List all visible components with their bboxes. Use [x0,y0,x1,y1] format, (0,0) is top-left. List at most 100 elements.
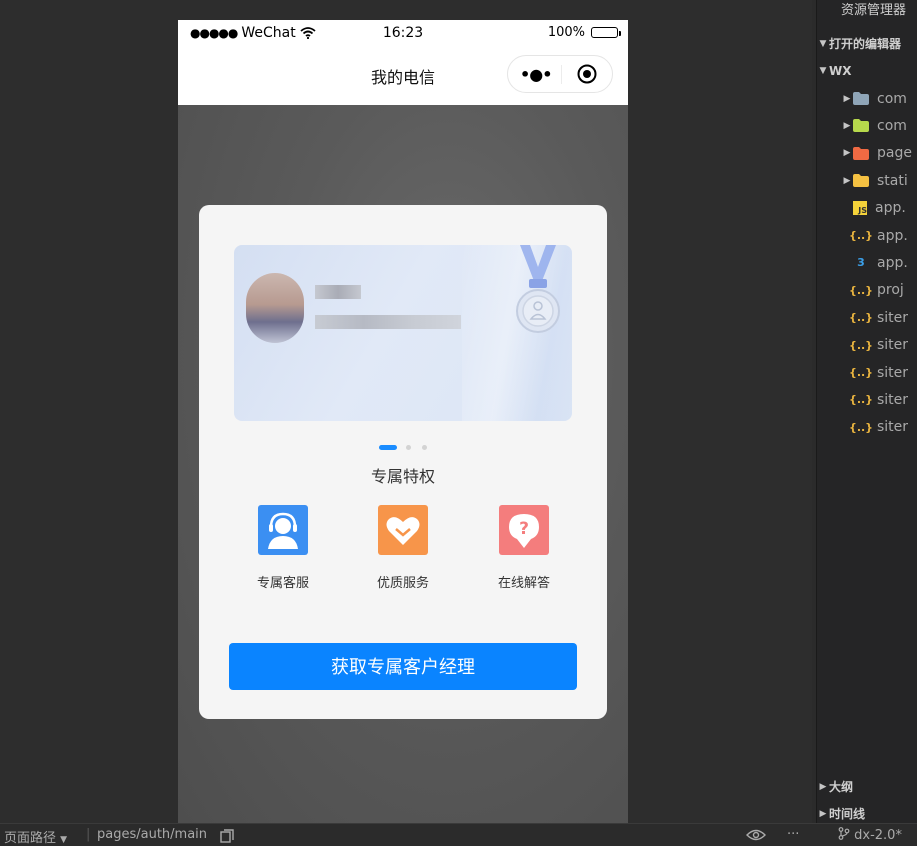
file-tree-item[interactable]: {..} siter [817,332,917,359]
open-editors-label: 打开的编辑器 [829,37,902,51]
chevron-right-icon: ▶ [843,93,851,104]
manager-dialog: 专属特权 专属客服 优质服务 ? 在线解答 获取专属客户经理 [199,205,607,719]
file-tree-item[interactable]: ▶ page [817,140,917,167]
open-editors-section[interactable]: ▼ 打开的编辑器 [817,30,917,57]
separator: | [86,827,91,842]
workspace-label: WX [829,63,852,78]
indicator-active[interactable] [379,445,397,450]
chevron-down-icon: ▼ [819,38,827,49]
feature-label: 优质服务 [376,576,429,591]
feature-quality-service[interactable]: 优质服务 [353,505,453,591]
headset-icon [258,505,308,555]
chevron-down-icon: ▼ [60,835,68,845]
timeline-label: 时间线 [829,807,866,821]
user-name-blurred [315,285,361,299]
chevron-right-icon: ▶ [843,175,851,186]
page-content: 专属特权 专属客服 优质服务 ? 在线解答 获取专属客户经理 [178,105,628,823]
battery-status: 100% [547,25,621,40]
json-file-icon: {..} [848,338,874,352]
file-tree-item[interactable]: ▶ com [817,112,917,139]
file-name: stati [877,172,908,189]
capsule-divider [561,65,562,84]
folder-icon [853,91,869,107]
feature-online-answer[interactable]: ? 在线解答 [474,505,574,591]
json-file-icon: {..} [848,229,874,242]
file-tree-item[interactable]: ▶ com [817,85,917,112]
eye-icon[interactable] [746,829,766,841]
feature-exclusive-service[interactable]: 专属客服 [233,505,333,591]
workspace-section[interactable]: ▼ WX [817,57,917,84]
question-icon: ? [499,505,549,555]
close-miniprogram-icon[interactable] [577,64,597,84]
outline-label: 大纲 [829,780,854,794]
file-name: siter [877,419,909,436]
phone-status-bar: ●●●●● WeChat 16:23 100% [178,20,628,48]
phone-simulator: ●●●●● WeChat 16:23 100% 我的电信 •●• 专属特权 专属… [178,20,628,823]
file-tree-item[interactable]: {..} siter [817,359,917,386]
chevron-right-icon: ▶ [843,120,851,131]
chevron-right-icon: ▶ [819,808,827,819]
file-tree-item[interactable]: {..} siter [817,386,917,413]
file-name: siter [877,391,909,408]
json-file-icon: {..} [848,311,874,325]
components-folder-icon [853,118,869,134]
medal-icon [516,245,560,333]
get-account-manager-button[interactable]: 获取专属客户经理 [229,643,577,690]
chevron-right-icon: ▶ [843,148,851,159]
json-file-icon: {..} [848,283,874,297]
file-tree-item[interactable]: {..} siter [817,414,917,441]
static-folder-icon [853,173,869,189]
page-path-label: 页面路径 [4,831,57,846]
avatar [246,273,304,343]
bottom-status-bar: 页面路径 ▼ | pages/auth/main ··· dx-2.0* [0,823,917,846]
page-path-selector[interactable]: 页面路径 ▼ [4,827,67,846]
svg-text:?: ? [519,519,529,539]
feature-label: 专属客服 [256,576,309,591]
json-file-icon: {..} [848,366,874,379]
feature-label: 在线解答 [497,576,550,591]
user-phone-blurred [315,315,461,329]
file-tree-item[interactable]: {..} proj [817,277,917,304]
file-name: com [877,90,907,107]
copy-icon[interactable] [220,829,234,843]
more-options-icon[interactable]: ··· [787,827,799,842]
simulator-area: ●●●●● WeChat 16:23 100% 我的电信 •●• 专属特权 专属… [0,0,812,823]
pages-folder-icon [853,145,869,161]
file-name: app. [877,254,908,271]
file-tree-item[interactable]: {..} siter [817,304,917,331]
member-card[interactable] [234,245,572,421]
battery-icon [591,27,621,38]
nav-bar: 我的电信 •●• [178,48,628,105]
file-name: siter [877,364,909,381]
file-name: siter [877,337,909,354]
battery-percent: 100% [547,25,585,40]
file-name: app. [875,200,906,217]
carousel-indicator [199,445,607,451]
page-path: pages/auth/main [97,827,208,842]
heart-icon [378,505,428,555]
indicator-dot[interactable] [422,445,427,450]
file-name: page [877,145,912,162]
branch-icon [838,827,850,840]
file-tree-item[interactable]: JS app. [817,195,917,222]
js-file-icon: JS [853,201,867,216]
file-tree-item[interactable]: 3 app. [817,249,917,276]
json-file-icon: {..} [848,393,874,407]
file-name: com [877,117,907,134]
file-tree-item[interactable]: {..} app. [817,222,917,249]
file-name: app. [877,227,908,244]
explorer-title: 资源管理器 [841,3,907,18]
git-branch[interactable]: dx-2.0* [838,827,902,843]
chevron-right-icon: ▶ [819,781,827,792]
outline-section[interactable]: ▶ 大纲 [817,773,917,800]
css-file-icon: 3 [857,256,865,270]
more-icon[interactable]: •●• [520,65,552,84]
branch-name: dx-2.0* [854,828,902,843]
chevron-down-icon: ▼ [819,65,827,76]
miniprogram-capsule: •●• [507,55,613,93]
file-tree-item[interactable]: ▶ stati [817,167,917,194]
file-name: siter [877,309,909,326]
indicator-dot[interactable] [406,445,411,450]
file-name: proj [877,282,904,299]
section-title: 专属特权 [370,467,435,486]
